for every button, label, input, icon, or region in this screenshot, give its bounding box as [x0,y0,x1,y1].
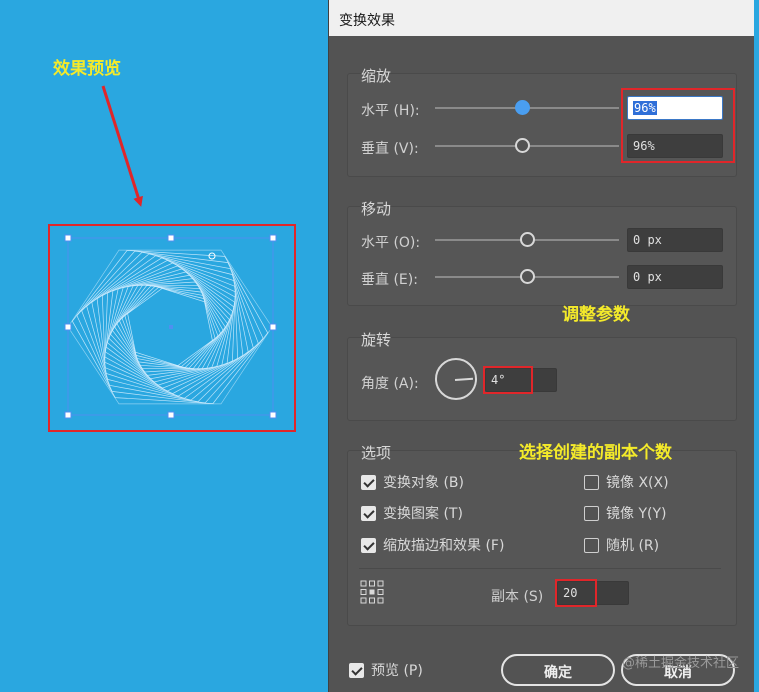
move-vertical-input[interactable]: 0 px [627,265,723,289]
angle-label: 角度 (A): [361,376,419,392]
reflect-y-label: 镜像 Y(Y) [606,506,667,522]
dialog-title: 变换效果 [329,0,754,36]
transform-objects-option[interactable]: 变换对象 (B) [361,472,464,492]
spiral-hexagon [91,255,249,399]
reflect-x-option[interactable]: 镜像 X(X) [584,472,669,492]
options-group-title: 选项 [361,444,392,462]
spiral-hexagon [114,284,226,370]
angle-dial[interactable] [435,358,477,400]
transform-objects-label: 变换对象 (B) [383,475,464,491]
transform-patterns-checkbox[interactable] [361,505,376,521]
reflect-x-checkbox[interactable] [584,474,599,490]
scale-strokes-label: 缩放描边和效果 (F) [383,538,505,554]
spiral-hexagon [127,288,213,366]
ok-button[interactable]: 确定 [501,654,615,686]
annotation-preview: 效果预览 [53,59,121,79]
watermark: @稀土掘金技术社区 [621,656,739,671]
copies-label: 副本 (S) [491,589,544,605]
scale-strokes-option[interactable]: 缩放描边和效果 (F) [361,535,504,555]
copies-highlight [555,579,597,607]
preview-option[interactable]: 预览 (P) [349,660,423,680]
preview-checkbox[interactable] [349,662,364,678]
spiral-hexagon [81,251,259,403]
reflect-y-option[interactable]: 镜像 Y(Y) [584,503,666,523]
move-group-title: 移动 [361,200,392,218]
spiral-hexagon [124,287,216,367]
random-checkbox[interactable] [584,537,599,553]
spiral-hexagon [116,285,224,369]
spiral-hexagon [101,260,239,394]
move-horizontal-input[interactable]: 0 px [627,228,723,252]
reflect-x-label: 镜像 X(X) [606,475,669,491]
center-point [169,325,173,329]
spiral-hexagon [119,285,221,369]
scale-vertical-label: 垂直 (V): [361,141,419,157]
spiral-hexagon [67,249,273,405]
move-group [347,206,737,306]
arrow-to-preview [101,85,143,207]
move-horizontal-thumb[interactable] [520,232,535,247]
preview-frame [48,224,296,432]
random-option[interactable]: 随机 (R) [584,535,659,555]
spiral-hexagon [104,262,236,392]
reference-point-icon[interactable] [360,580,384,604]
scale-strokes-checkbox[interactable] [361,537,376,553]
scale-vertical-thumb[interactable] [515,138,530,153]
spiral-hexagon [105,268,235,386]
spiral-hexagon [105,265,235,389]
scale-horizontal-thumb[interactable] [515,100,530,115]
scale-horizontal-label: 水平 (H): [361,103,420,119]
spiral-hexagon [108,274,232,380]
spiral-hexagon [76,250,264,404]
spiral-hexagon [107,271,233,383]
options-divider [359,568,721,569]
spiral-hexagon [86,253,254,401]
rotate-handle[interactable] [208,252,216,260]
scale-fields-highlight [621,88,735,163]
preview-label: 预览 (P) [371,663,423,679]
transform-patterns-option[interactable]: 变换图案 (T) [361,503,463,523]
spiral-hexagon [110,278,230,376]
transform-objects-checkbox[interactable] [361,474,376,490]
spiral-hexagon [121,286,219,368]
random-label: 随机 (R) [606,538,660,554]
annotation-adjust-params: 调整参数 [562,305,630,325]
annotation-choose-copies: 选择创建的副本个数 [519,443,672,463]
move-vertical-thumb[interactable] [520,269,535,284]
angle-highlight [483,366,533,394]
spiral-hexagon [112,281,228,373]
spiral-hexagon [96,257,244,397]
selection-handles[interactable] [64,234,277,419]
move-vertical-label: 垂直 (E): [361,272,418,288]
move-horizontal-label: 水平 (O): [361,235,421,251]
spiral-artwork [67,249,273,405]
scale-group-title: 缩放 [361,67,392,85]
selection-bounds [67,237,274,416]
reflect-y-checkbox[interactable] [584,505,599,521]
rotate-group-title: 旋转 [361,331,392,349]
transform-patterns-label: 变换图案 (T) [383,506,463,522]
spiral-hexagon [71,250,269,404]
